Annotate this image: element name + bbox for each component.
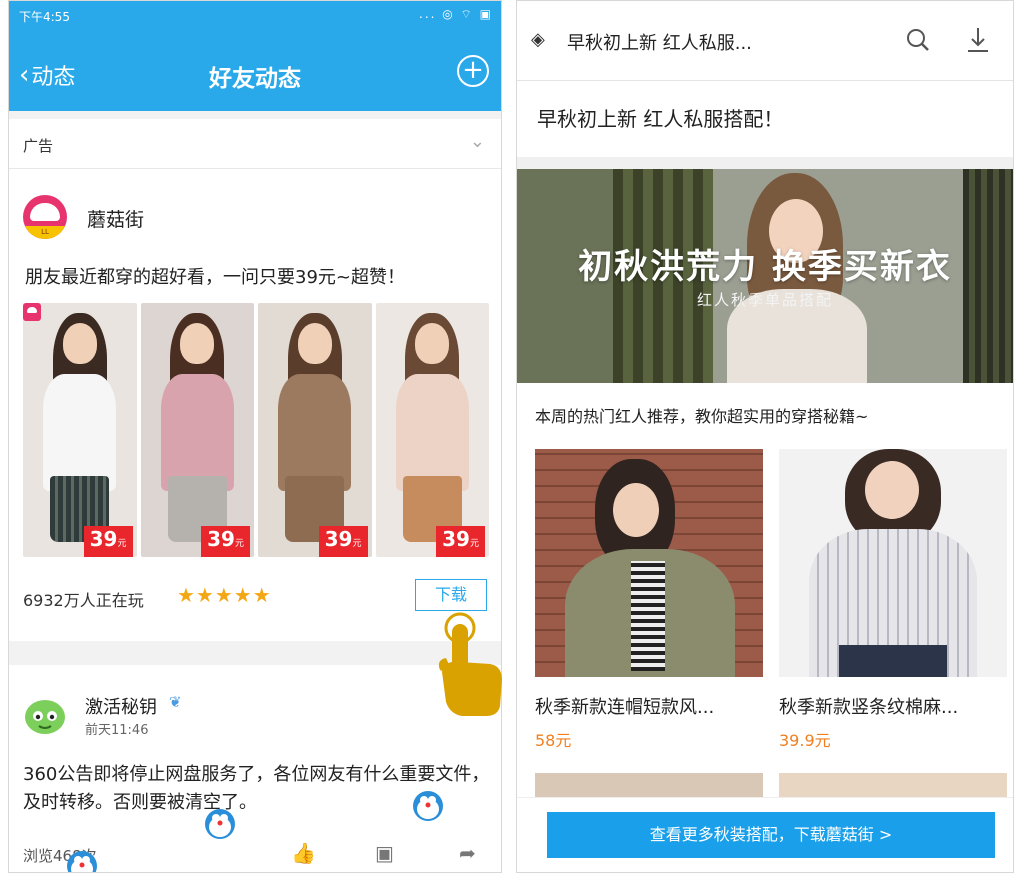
nav-title: 早秋初上新 红人私服... [567,33,752,54]
like-icon[interactable]: 👍 [291,841,316,865]
price-tag: 39元 [436,526,485,557]
poster-name[interactable]: 激活秘钥 [85,693,157,719]
feed-post: 激活秘钥 ❦ 前天11:46 360公告即将停止网盘服务了，各位网友有什么重要文… [9,665,501,872]
status-time: 下午4:55 [19,10,70,24]
price-tag: 39元 [318,526,368,557]
divider [517,157,1013,169]
rating-stars: ★★★★★ [177,583,272,607]
logo-text: LL [23,226,67,239]
ad-label: 广告 [23,137,54,155]
add-button[interactable]: + [457,55,489,87]
status-bar: 下午4:55 ... ◎ ⌔ ▣ [9,1,501,29]
friends-feed-screen: 下午4:55 ... ◎ ⌔ ▣ ‹ 动态 好友动态 + 广告 ⌄ LL 蘑菇街… [8,0,502,873]
ad-image-strip[interactable]: 39元 39元 39元 39元 [23,303,489,557]
mogujie-logo: LL [23,195,67,239]
page-header: 早秋初上新 红人私服搭配！ [517,81,1013,157]
promo-banner[interactable]: 初秋洪荒力 换季买新衣 红人秋季单品搭配 [517,169,1013,383]
download-app-button[interactable]: 查看更多秋装搭配，下载蘑菇街 > [547,812,995,858]
product-card[interactable]: 秋季新款连帽短款风... 58元 [535,449,763,751]
doraemon-emoji-icon [205,809,235,839]
product-card[interactable]: 秋季新款竖条纹棉麻... 39.9元 [779,449,1007,751]
ad-description: 朋友最近都穿的超好看，一问只要39元~超赞！ [25,267,405,288]
doraemon-emoji-icon [67,851,97,872]
vip-icon: ❦ [169,693,182,711]
product-card-peek [535,773,763,797]
product-name: 秋季新款竖条纹棉麻... [779,697,959,718]
banner-title: 初秋洪荒力 换季买新衣 [578,247,952,287]
product-price: 39.9元 [779,731,831,750]
outfit-photo[interactable]: 39元 [140,303,254,557]
product-price: 58元 [535,731,572,750]
tap-hand-icon [438,612,502,716]
post-time: 前天11:46 [85,723,149,738]
share-icon[interactable]: ➦ [459,841,476,865]
status-icons: ... ◎ ⌔ ▣ [419,7,493,21]
product-card-peek [779,773,1007,797]
outfit-photo[interactable]: 39元 [375,303,489,557]
top-nav: ◈ 早秋初上新 红人私服... [517,1,1013,81]
back-arrow-icon[interactable]: ◈ [531,29,545,50]
price-tag: 39元 [83,526,133,557]
page-title: 早秋初上新 红人私服搭配！ [537,107,784,131]
search-icon[interactable] [903,25,933,55]
bottom-bar: 查看更多秋装搭配，下载蘑菇街 > [517,797,1013,872]
product-image[interactable] [535,449,763,677]
download-icon[interactable] [963,25,993,55]
banner-subtitle: 红人秋季单品搭配 [696,291,833,309]
plus-icon: + [462,55,484,85]
product-page-screen: ◈ 早秋初上新 红人私服... 早秋初上新 红人私服搭配！ 初秋洪荒力 换季买新… [516,0,1014,873]
outfit-photo[interactable]: 39元 [258,303,372,557]
doraemon-emoji-icon [413,791,443,821]
chevron-down-icon[interactable]: ⌄ [470,131,485,152]
product-name: 秋季新款连帽短款风... [535,697,715,718]
product-image[interactable] [779,449,1007,677]
outfit-photo[interactable]: 39元 [23,303,137,557]
page-title: 好友动态 [209,66,301,92]
comment-icon[interactable]: ▣ [375,841,394,865]
avatar[interactable] [23,693,67,737]
brand-badge-icon [23,303,41,321]
ad-header: 广告 ⌄ [9,119,501,169]
advertiser-name[interactable]: 蘑菇街 [87,205,144,232]
price-tag: 39元 [201,526,250,557]
ad-card[interactable]: LL 蘑菇街 朋友最近都穿的超好看，一问只要39元~超赞！ 39元 39元 39… [9,169,501,641]
title-bar: ‹ 动态 好友动态 + [9,29,501,111]
intro-text: 本周的热门红人推荐，教你超实用的穿搭秘籍~ [535,407,869,426]
download-button[interactable]: 下载 [415,579,487,611]
players-count: 6932万人正在玩 [23,591,144,610]
